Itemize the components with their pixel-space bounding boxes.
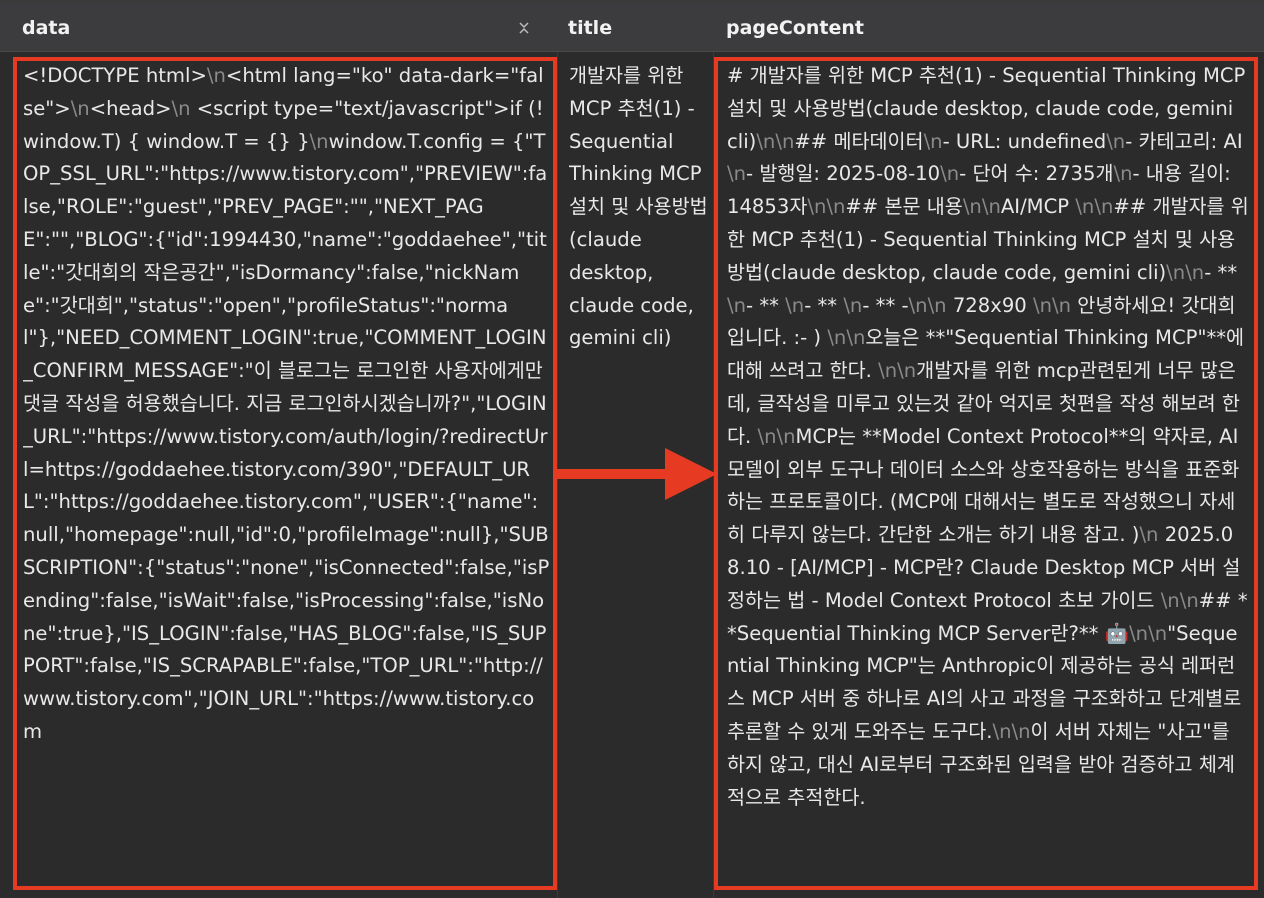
chevron-collapse-icon (519, 22, 529, 34)
newline-marker: \n (1033, 293, 1053, 317)
newline-marker: \n (727, 293, 747, 317)
newline-marker: \n (940, 162, 960, 186)
newline-marker: \n (1139, 523, 1159, 547)
newline-marker: \n (843, 293, 863, 317)
newline-marker: \n (206, 64, 226, 87)
text-segment: - ** (746, 293, 786, 317)
text-segment: AI/MCP (1000, 195, 1076, 219)
text-segment: - URL: undefined (942, 129, 1107, 153)
newline-marker: \n (962, 195, 982, 219)
newline-marker: \n (807, 195, 827, 219)
newline-marker: \n (1160, 588, 1180, 612)
newline-marker: \n (1166, 260, 1186, 284)
newline-marker: \n (757, 424, 777, 448)
newline-marker: \n (1113, 162, 1133, 186)
table-header: data title pageContent (0, 4, 1264, 52)
newline-marker: \n (992, 719, 1012, 743)
newline-marker: \n (1129, 621, 1149, 645)
newline-marker: \n (927, 293, 947, 317)
text-segment: - ** - (862, 293, 909, 317)
text-segment: - 단어 수: 2735개 (959, 162, 1114, 186)
page-content-cell[interactable]: # 개발자를 위한 MCP 추천(1) - Sequential Thinkin… (727, 60, 1249, 890)
text-segment: - ** (804, 293, 844, 317)
newline-marker: \n (756, 129, 776, 153)
column-header-title[interactable]: title (568, 4, 612, 52)
newline-marker: \n (827, 326, 847, 350)
newline-marker: \n (923, 129, 943, 153)
newline-marker: \n (70, 96, 90, 120)
sort-toggle-icon[interactable] (517, 20, 531, 36)
newline-marker: \n (1094, 195, 1114, 219)
text-segment: - ** (1204, 260, 1238, 284)
newline-marker: \n (846, 326, 866, 350)
newline-marker: \n (727, 162, 747, 186)
newline-marker: \n (826, 195, 846, 219)
newline-marker: \n (171, 96, 191, 120)
column-header-page-content[interactable]: pageContent (726, 4, 864, 52)
newline-marker: \n (785, 293, 805, 317)
newline-marker: \n (309, 129, 329, 153)
column-header-data[interactable]: data (22, 4, 70, 52)
newline-marker: \n (776, 424, 796, 448)
text-segment: - 카테고리: AI (1125, 129, 1243, 153)
newline-marker: \n (1148, 621, 1168, 645)
text-segment: ## 본문 내용 (845, 195, 963, 219)
text-segment: 728x90 (946, 293, 1033, 317)
newline-marker: \n (1052, 293, 1072, 317)
text-segment: <!DOCTYPE html> (23, 64, 207, 87)
newline-marker: \n (775, 129, 795, 153)
text-segment: ## 메타데이터 (794, 129, 924, 153)
newline-marker: \n (1106, 129, 1126, 153)
data-cell[interactable]: <!DOCTYPE html>\n<html lang="ko" data-da… (23, 60, 550, 890)
newline-marker: \n (878, 359, 898, 383)
text-segment: <head> (89, 96, 172, 120)
newline-marker: \n (1011, 719, 1031, 743)
newline-marker: \n (1075, 195, 1095, 219)
newline-marker: \n (897, 359, 917, 383)
newline-marker: \n (908, 293, 928, 317)
arrow-right-icon (557, 448, 717, 500)
newline-marker: \n (1185, 260, 1205, 284)
newline-marker: \n (981, 195, 1001, 219)
text-segment: - 발행일: 2025-08-10 (746, 162, 941, 186)
text-segment: window.T.config = {"TOP_SSL_URL":"https:… (23, 129, 550, 743)
newline-marker: \n (1179, 588, 1199, 612)
